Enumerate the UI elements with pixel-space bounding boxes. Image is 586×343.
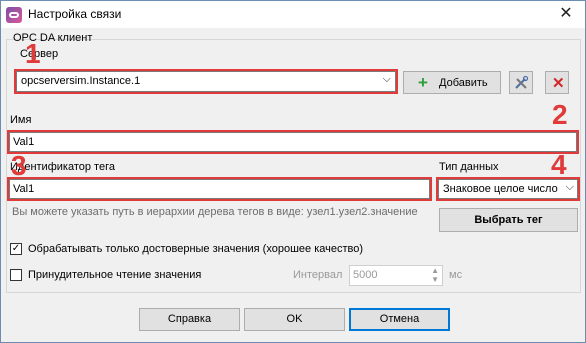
- select-tag-button[interactable]: Выбрать тег: [439, 208, 578, 232]
- ok-button[interactable]: OK: [244, 308, 345, 331]
- annotation-number-2: 2: [552, 99, 568, 130]
- configure-server-button[interactable]: [509, 71, 533, 94]
- interval-value: 5000: [353, 269, 378, 281]
- window-title: Настройка связи: [28, 7, 122, 21]
- tag-path-hint: Вы можете указать путь в иерархии дерева…: [12, 206, 418, 218]
- add-server-button[interactable]: + Добавить: [403, 71, 501, 94]
- delete-server-button[interactable]: ✕: [545, 71, 569, 94]
- dialog-window: Настройка связи ✕ OPC DA клиент Сервер o…: [0, 0, 586, 343]
- annotation-number-4: 4: [551, 149, 567, 180]
- interval-spinbox[interactable]: 5000 ▲ ▼: [349, 265, 443, 286]
- close-icon[interactable]: ✕: [555, 3, 577, 25]
- annotation-box-3: [7, 177, 432, 201]
- annotation-number-1: 1: [25, 38, 41, 69]
- annotation-number-3: 3: [11, 150, 27, 181]
- annotation-box-1: [14, 69, 398, 94]
- app-link-icon: [6, 7, 22, 23]
- name-label: Имя: [10, 114, 32, 126]
- plus-icon: +: [418, 73, 428, 92]
- annotation-box-4: [436, 177, 580, 201]
- reliable-only-checkbox[interactable]: ✓: [10, 243, 22, 255]
- interval-unit: мс: [449, 269, 463, 281]
- interval-label: Интервал: [293, 269, 343, 281]
- delete-icon: ✕: [552, 75, 565, 92]
- datatype-label: Тип данных: [439, 161, 499, 173]
- annotation-box-2: [7, 130, 579, 154]
- force-read-checkbox[interactable]: [10, 269, 22, 281]
- add-server-label: Добавить: [439, 77, 488, 89]
- title-bar: Настройка связи ✕: [1, 1, 585, 28]
- help-button[interactable]: Справка: [139, 308, 240, 331]
- reliable-only-label: Обрабатывать только достоверные значения…: [28, 243, 364, 255]
- cancel-button[interactable]: Отмена: [349, 308, 450, 331]
- tools-icon: [515, 75, 529, 89]
- force-read-label: Принудительное чтение значения: [28, 269, 202, 281]
- spin-arrows-icon: ▲ ▼: [431, 266, 439, 284]
